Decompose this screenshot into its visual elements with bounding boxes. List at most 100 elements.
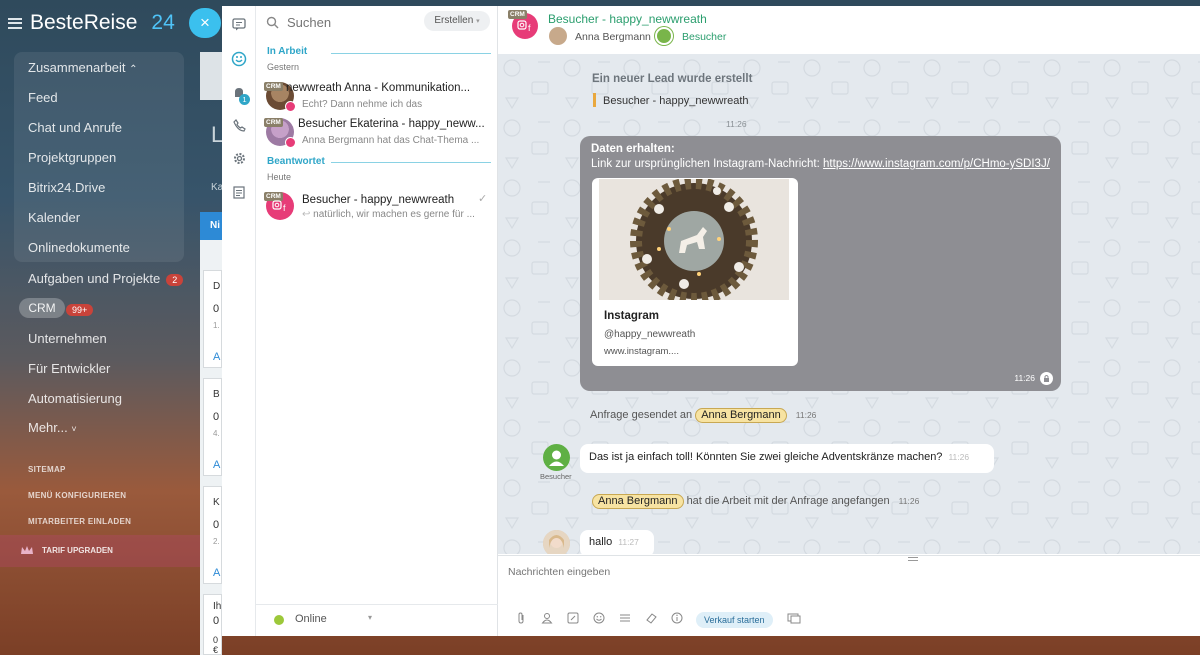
- link-configure-menu[interactable]: MENÜ KONFIGURIEREN: [28, 491, 126, 500]
- upgrade-plan-button[interactable]: TARIF UPGRADEN: [20, 545, 113, 555]
- operator-name[interactable]: Anna Bergmann: [575, 31, 651, 43]
- section-divider: [331, 162, 491, 163]
- menu-tasks[interactable]: Aufgaben und Projekte 2: [28, 271, 184, 286]
- chat-preview: Anna Bergmann hat das Chat-Thema ...: [302, 135, 480, 146]
- status-label: Online: [295, 613, 327, 625]
- reply-icon: ↩: [302, 209, 314, 220]
- list-icon[interactable]: [612, 612, 638, 628]
- recent-chat-item[interactable]: CRM f Besucher - happy_newwreath ✓ ↩ nat…: [256, 188, 498, 224]
- menu-crm[interactable]: CRM: [19, 298, 65, 318]
- message-time: 11:26: [1014, 373, 1035, 383]
- message-composer: Verkauf starten: [498, 555, 1200, 636]
- menu-more[interactable]: Mehr... ˅: [28, 420, 77, 435]
- user-icon[interactable]: [534, 612, 560, 628]
- chevron-down-icon: ▾: [368, 613, 373, 622]
- quote-icon[interactable]: [560, 612, 586, 628]
- menu-automation[interactable]: Automatisierung: [28, 391, 122, 406]
- background-card: D 0 1. A: [203, 270, 222, 368]
- request-sent-note: Anfrage gesendet an Anna Bergmann 11:26: [590, 408, 817, 423]
- message-input[interactable]: [508, 562, 1188, 582]
- preview-title: Instagram: [604, 310, 659, 322]
- menu-chat-calls[interactable]: Chat und Anrufe: [28, 120, 122, 135]
- operator-mention[interactable]: Anna Bergmann: [592, 494, 684, 509]
- link-invite-employees[interactable]: MITARBEITER EINLADEN: [28, 517, 131, 526]
- menu-calendar[interactable]: Kalender: [28, 210, 80, 225]
- online-status-icon: [274, 615, 284, 625]
- operator-mention[interactable]: Anna Bergmann: [695, 408, 787, 423]
- background-header-card: [200, 52, 222, 100]
- smile-icon[interactable]: [586, 612, 612, 628]
- close-icon: ×: [200, 13, 210, 32]
- chat-panel: CRM f Besucher - happy_newwreath Anna Be…: [498, 6, 1200, 636]
- chat-icon[interactable]: [231, 18, 247, 34]
- chat-avatar[interactable]: CRM f: [508, 10, 538, 39]
- tasks-count-badge: 2: [166, 273, 184, 286]
- instagram-link[interactable]: https://www.instagram.com/p/CHmo-ySDI3J/: [823, 158, 1050, 170]
- instagram-icon: [285, 101, 296, 112]
- instagram-facebook-icon: f: [517, 20, 531, 33]
- menu-icon[interactable]: [8, 17, 22, 29]
- recent-chat-item[interactable]: CRM newwreath Anna - Kommunikation... Ec…: [256, 78, 498, 114]
- section-answered-date: Heute: [267, 172, 292, 182]
- message-time: 11:26: [726, 119, 747, 129]
- visitor-label: Besucher: [540, 472, 572, 481]
- section-in-progress-date: Gestern: [267, 62, 300, 72]
- resize-handle[interactable]: [908, 557, 918, 561]
- start-sale-button[interactable]: Verkauf starten: [696, 612, 773, 628]
- menu-drive[interactable]: Bitrix24.Drive: [28, 180, 105, 195]
- preview-url: www.instagram....: [604, 346, 679, 357]
- paperclip-icon[interactable]: [508, 612, 534, 628]
- phone-icon[interactable]: [231, 119, 247, 135]
- search-box[interactable]: [266, 12, 426, 32]
- menu-collaboration[interactable]: Zusammenarbeit ⌃: [28, 60, 138, 75]
- chat-name: Besucher - happy_newwreath: [302, 194, 455, 206]
- create-button[interactable]: Erstellen ▾: [424, 11, 490, 31]
- wreath-image: [599, 179, 789, 300]
- menu-online-docs[interactable]: Onlinedokumente: [28, 240, 130, 255]
- brand-name: BesteReise: [30, 11, 138, 34]
- crown-icon: [21, 546, 33, 554]
- svg-text:f: f: [528, 23, 531, 33]
- background-card: B 0 4. A: [203, 378, 222, 476]
- menu-developers[interactable]: Für Entwickler: [28, 361, 110, 376]
- background-card: K 0 2. A: [203, 486, 222, 584]
- recent-chat-item[interactable]: CRM Besucher Ekaterina - happy_neww... A…: [256, 114, 498, 150]
- visitor-name[interactable]: Besucher: [682, 31, 726, 43]
- eraser-icon[interactable]: [638, 612, 664, 628]
- tasks-icon[interactable]: [231, 186, 247, 202]
- chat-name: newwreath Anna - Kommunikation...: [286, 82, 471, 94]
- instagram-preview-card[interactable]: Instagram @happy_newwreath www.instagram…: [592, 178, 798, 366]
- settings-icon[interactable]: [231, 152, 247, 168]
- contact-avatar: CRM: [264, 118, 296, 148]
- screen-share-icon[interactable]: [781, 612, 807, 628]
- chat-title[interactable]: Besucher - happy_newwreath: [548, 12, 707, 26]
- crm-count-badge: 99+: [66, 301, 94, 316]
- portal-brand[interactable]: BesteReise 24: [8, 11, 175, 35]
- chat-preview: Echt? Dann nehme ich das: [302, 99, 423, 110]
- section-divider: [331, 53, 491, 54]
- notifications-badge: 1: [239, 94, 250, 105]
- chat-name: Besucher Ekaterina - happy_neww...: [298, 118, 485, 130]
- menu-companies[interactable]: Unternehmen: [28, 331, 107, 346]
- visitor-avatar: [543, 444, 570, 471]
- chat-preview: ↩ natürlich, wir machen es gerne für ...: [302, 209, 475, 220]
- search-input[interactable]: [287, 14, 407, 30]
- operator-message: hallo 11:27: [580, 530, 654, 554]
- messenger-window: 1 Erstellen ▾ In Arbeit Gestern CRM neww…: [222, 6, 1200, 636]
- info-icon[interactable]: [664, 612, 690, 628]
- operator-avatar: [543, 530, 570, 554]
- notifications-icon[interactable]: 1: [231, 86, 250, 105]
- message-history[interactable]: Ein neuer Lead wurde erstellt Besucher -…: [498, 54, 1200, 554]
- instagram-link-row: Link zur ursprünglichen Instagram-Nachri…: [591, 158, 1050, 170]
- status-selector[interactable]: Online ▾: [256, 604, 498, 636]
- openlines-icon[interactable]: [231, 51, 247, 67]
- link-sitemap[interactable]: SITEMAP: [28, 465, 66, 474]
- contact-avatar: CRM f: [264, 192, 294, 220]
- operator-avatar: [549, 27, 567, 45]
- menu-feed[interactable]: Feed: [28, 90, 58, 105]
- menu-workgroups[interactable]: Projektgruppen: [28, 150, 116, 165]
- close-slider-button[interactable]: ×: [189, 8, 221, 38]
- instagram-icon: [285, 137, 296, 148]
- portal-sidebar: BesteReise 24 Zusammenarbeit ⌃ Feed Chat …: [0, 0, 200, 655]
- lead-created-link[interactable]: Besucher - happy_newwreath: [603, 95, 749, 107]
